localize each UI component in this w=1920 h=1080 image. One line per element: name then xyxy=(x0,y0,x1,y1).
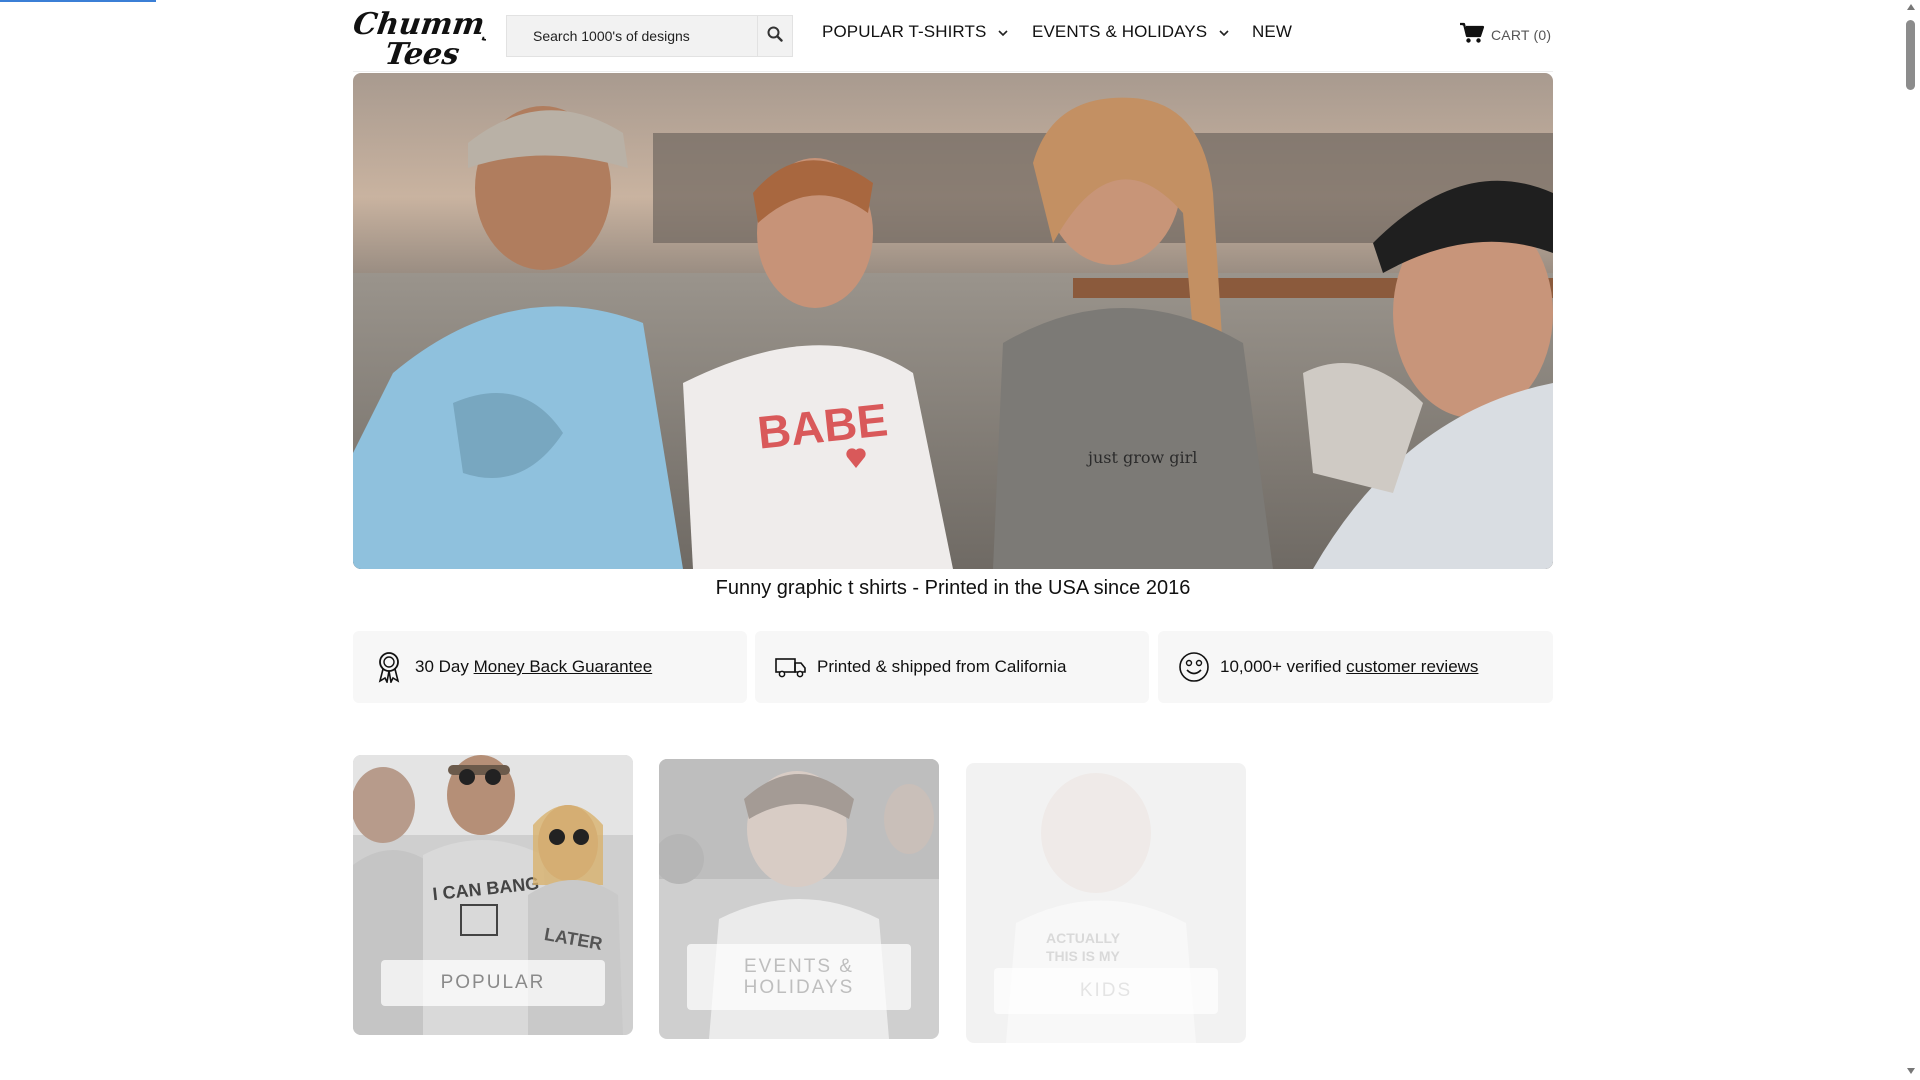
category-label: POPULAR xyxy=(381,960,605,1006)
award-ribbon-icon xyxy=(373,651,405,683)
nav-label: POPULAR T-SHIRTS xyxy=(822,22,987,41)
benefit-money-back: 30 Day Money Back Guarantee xyxy=(353,631,747,703)
chevron-down-icon xyxy=(998,22,1008,42)
nav-popular-t-shirts[interactable]: POPULAR T-SHIRTS xyxy=(822,22,1008,42)
category-card-events-holidays[interactable]: EVENTS & HOLIDAYS xyxy=(659,759,939,1039)
scroll-up-arrow-icon[interactable] xyxy=(1907,4,1915,10)
page-scrollbar[interactable] xyxy=(1904,0,1920,1080)
hero-image: BABE just grow girl xyxy=(353,73,1553,569)
nav-label: EVENTS & HOLIDAYS xyxy=(1032,22,1208,41)
nav-label: NEW xyxy=(1252,22,1292,41)
search-icon xyxy=(767,26,783,47)
category-card-popular[interactable]: I CAN BANG LATER POPULAR xyxy=(353,755,633,1035)
cart-link[interactable]: CART (0) xyxy=(1459,22,1551,47)
search-input[interactable] xyxy=(507,15,757,57)
smiley-face-icon xyxy=(1178,651,1210,683)
site-tagline: Funny graphic t shirts - Printed in the … xyxy=(715,577,1191,599)
svg-text:just grow girl: just grow girl xyxy=(1086,448,1197,467)
category-label-line2: HOLIDAYS xyxy=(743,977,855,998)
delivery-truck-icon xyxy=(775,651,807,683)
chevron-down-icon xyxy=(1219,22,1229,42)
svg-text:Tees: Tees xyxy=(383,37,462,68)
nav-new[interactable]: NEW xyxy=(1252,22,1292,42)
benefit-text: 30 Day xyxy=(415,657,474,676)
benefit-shipping: Printed & shipped from California xyxy=(755,631,1149,703)
svg-text:THIS IS MY: THIS IS MY xyxy=(1046,948,1121,964)
cart-count: (0) xyxy=(1533,26,1552,43)
benefit-text: 10,000+ verified xyxy=(1220,657,1347,676)
scrollbar-thumb[interactable] xyxy=(1906,20,1915,90)
search-box xyxy=(506,15,793,57)
benefit-text: Printed & shipped from California xyxy=(817,657,1067,676)
category-label-line1: EVENTS & xyxy=(744,956,854,977)
category-label: KIDS xyxy=(994,968,1218,1014)
search-button[interactable] xyxy=(757,16,792,56)
cart-label: CART xyxy=(1491,26,1530,43)
header-divider xyxy=(353,71,1553,72)
cart-icon xyxy=(1459,22,1485,47)
nav-events-holidays[interactable]: EVENTS & HOLIDAYS xyxy=(1032,22,1229,42)
scroll-down-arrow-icon[interactable] xyxy=(1907,1068,1915,1074)
customer-reviews-link[interactable]: customer reviews xyxy=(1346,657,1478,677)
svg-text:ACTUALLY: ACTUALLY xyxy=(1046,930,1121,946)
site-header: Chummy Tees POPULAR T-SHIRTS EVENTS & HO… xyxy=(0,0,1904,72)
chummy-tees-logo[interactable]: Chummy Tees xyxy=(351,6,507,72)
category-card-kids[interactable]: ACTUALLY THIS IS MY KIDS xyxy=(966,763,1246,1043)
money-back-guarantee-link[interactable]: Money Back Guarantee xyxy=(474,657,653,677)
benefit-reviews: 10,000+ verified customer reviews xyxy=(1158,631,1553,703)
category-label: EVENTS & HOLIDAYS xyxy=(687,944,911,1010)
